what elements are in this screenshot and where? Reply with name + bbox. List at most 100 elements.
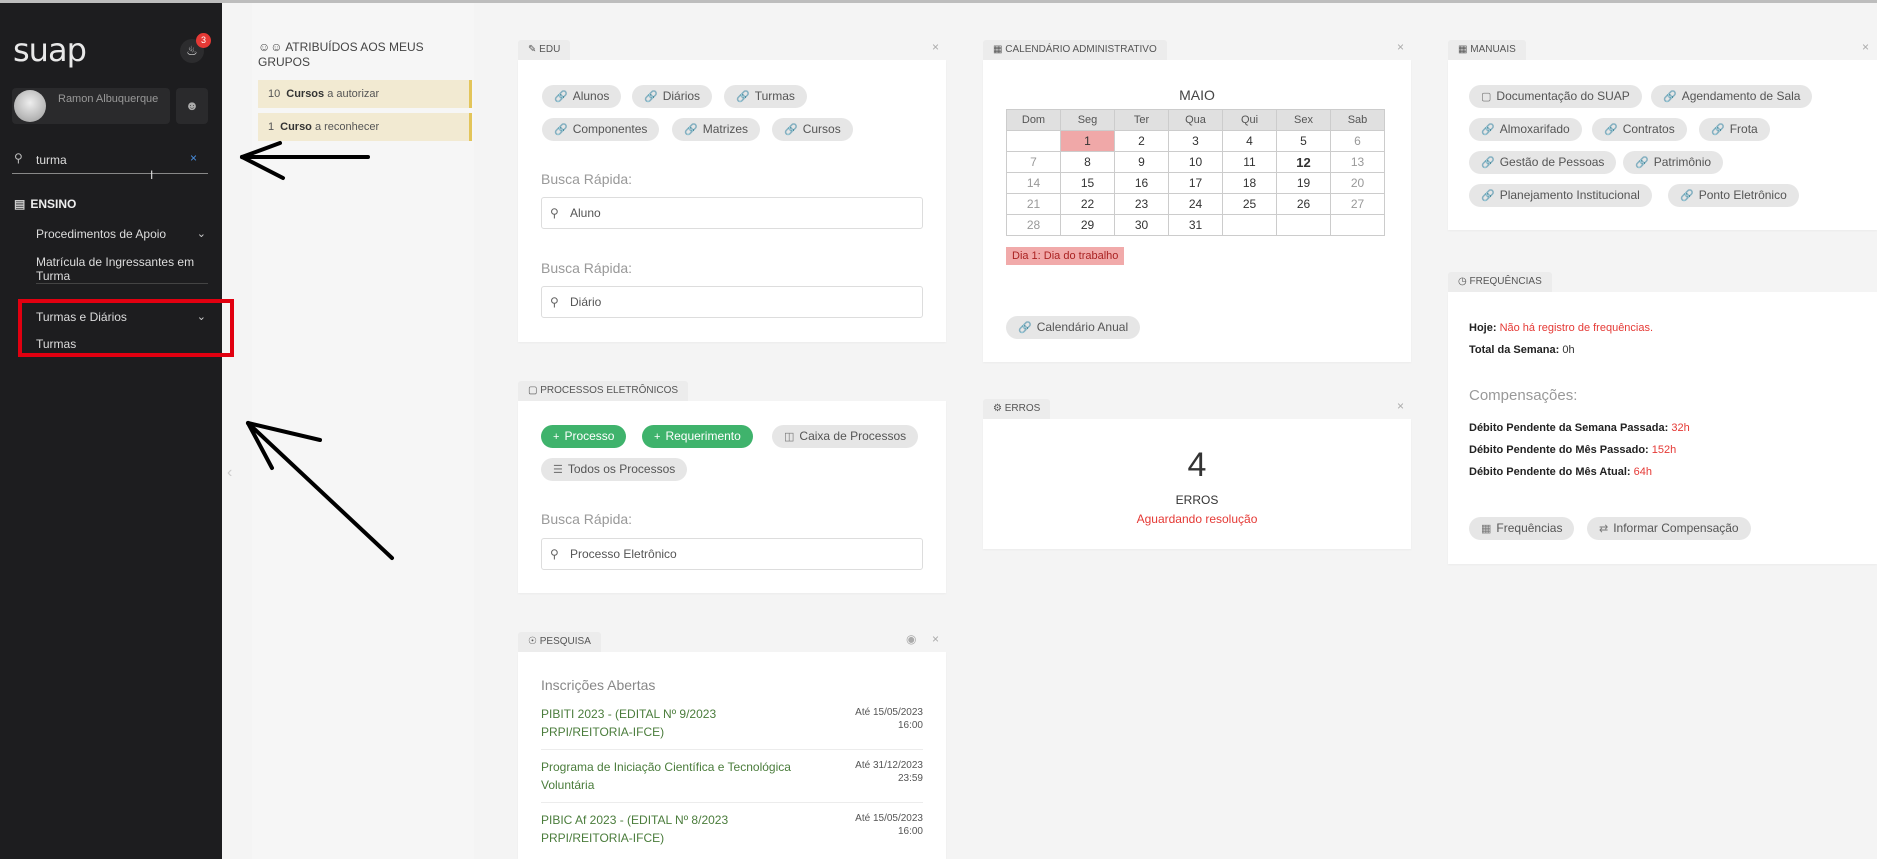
edu-link-turmas[interactable]: 🔗 Turmas (724, 85, 807, 108)
menu-procedimentos-apoio[interactable]: Procedimentos de Apoio ⌄ (36, 227, 206, 241)
calendar-day[interactable]: 6 (1330, 130, 1385, 152)
calendar-day[interactable]: 28 (1006, 214, 1061, 236)
calendar-day[interactable]: 31 (1168, 214, 1223, 236)
menu-search-input[interactable] (36, 153, 176, 167)
suap-logo[interactable]: suap (13, 31, 87, 69)
clear-icon[interactable]: × (190, 151, 197, 165)
manual-gestao-pessoas[interactable]: 🔗 Gestão de Pessoas (1469, 151, 1617, 174)
calendar-day[interactable]: 23 (1114, 193, 1169, 215)
close-icon[interactable]: × (1862, 40, 1869, 54)
calendar-day[interactable]: 9 (1114, 151, 1169, 173)
collapse-sidebar-icon[interactable]: ‹ (227, 464, 232, 482)
erros-card: 4 ERROS Aguardando resolução (983, 419, 1411, 549)
manual-almoxarifado[interactable]: 🔗 Almoxarifado (1469, 118, 1582, 141)
frequencias-card: Hoje: Não há registro de frequências. To… (1448, 292, 1877, 564)
link-icon: 🔗 (784, 124, 798, 136)
close-icon[interactable]: × (932, 40, 939, 54)
close-icon[interactable]: × (1397, 399, 1404, 413)
calendar-day[interactable]: 7 (1006, 151, 1061, 173)
calendar-day[interactable]: 5 (1276, 130, 1331, 152)
calendar-day[interactable]: 10 (1168, 151, 1223, 173)
weekday-header: Sex (1276, 109, 1331, 131)
calendario-anual-button[interactable]: 🔗 Calendário Anual (1006, 316, 1141, 339)
research-item[interactable]: PIBIC Af 2023 - (EDITAL Nº 8/2023 PRPI/R… (541, 811, 811, 847)
users-icon: ☺☺ (258, 40, 286, 54)
calendar-day[interactable]: 30 (1114, 214, 1169, 236)
calendar-day[interactable]: 24 (1168, 193, 1223, 215)
diario-search-field[interactable]: ⚲ Diário (541, 286, 923, 318)
aluno-search-field[interactable]: ⚲ Aluno (541, 197, 923, 229)
manual-patrimonio[interactable]: 🔗 Patrimônio (1623, 151, 1724, 174)
search-icon: ⚲ (550, 547, 559, 561)
frequencias-button[interactable]: ▦ Frequências (1469, 517, 1575, 540)
calendar-day[interactable]: 11 (1222, 151, 1277, 173)
eye-icon[interactable]: ◉ (906, 632, 916, 646)
pill-label: Componentes (572, 122, 648, 136)
menu-matricula-ingressantes[interactable]: Matrícula de Ingressantes em Turma (36, 255, 206, 283)
pill-label: Documentação do SUAP (1496, 89, 1630, 103)
caixa-processos-button[interactable]: ◫ Caixa de Processos (772, 425, 919, 448)
research-date: Até 15/05/2023 16:00 (855, 707, 923, 731)
calendar-day[interactable]: 1 (1060, 130, 1115, 152)
edu-link-cursos[interactable]: 🔗 Cursos (772, 118, 853, 141)
calendar-day[interactable]: 20 (1330, 172, 1385, 194)
pill-label: Ponto Eletrônico (1698, 188, 1787, 202)
research-item[interactable]: Programa de Iniciação Científica e Tecno… (541, 758, 811, 794)
menu-procedimentos-label: Procedimentos de Apoio (36, 227, 167, 241)
calendar-day[interactable]: 29 (1060, 214, 1115, 236)
todos-processos-button[interactable]: ☰ Todos os Processos (541, 458, 688, 481)
edu-link-componentes[interactable]: 🔗 Componentes (542, 118, 660, 141)
calendar-day[interactable]: 8 (1060, 151, 1115, 173)
inbox-icon: ◫ (784, 431, 795, 443)
new-processo-button[interactable]: + Processo (541, 425, 627, 448)
group-item-bold: Curso (280, 121, 312, 133)
link-icon: 🔗 (554, 124, 568, 136)
edu-link-diarios[interactable]: 🔗 Diários (632, 85, 713, 108)
calendar-day[interactable]: 17 (1168, 172, 1223, 194)
manuais-tab-label: MANUAIS (1470, 44, 1516, 55)
calendar-day[interactable]: 27 (1330, 193, 1385, 215)
calendar-day[interactable]: 22 (1060, 193, 1115, 215)
manual-ponto-eletronico[interactable]: 🔗 Ponto Eletrônico (1668, 184, 1799, 207)
menu-ensino[interactable]: ▤ ENSINO (14, 197, 76, 211)
user-card[interactable]: Ramon Albuquerque (12, 88, 170, 124)
calendar-day[interactable]: 14 (1006, 172, 1061, 194)
research-item[interactable]: PIBITI 2023 - (EDITAL Nº 9/2023 PRPI/REI… (541, 705, 811, 741)
group-item-text: a autorizar (327, 88, 380, 100)
new-requerimento-button[interactable]: + Requerimento (642, 425, 753, 448)
edu-link-alunos[interactable]: 🔗 Alunos (542, 85, 622, 108)
group-item[interactable]: 10 Cursos a autorizar (258, 80, 472, 108)
calendar-day[interactable]: 26 (1276, 193, 1331, 215)
manual-frota[interactable]: 🔗 Frota (1699, 118, 1770, 141)
calendar-day[interactable]: 13 (1330, 151, 1385, 173)
informar-compensacao-button[interactable]: ⇄ Informar Compensação (1587, 517, 1751, 540)
calendar-day[interactable]: 16 (1114, 172, 1169, 194)
calendar-day[interactable]: 15 (1060, 172, 1115, 194)
calendar-day[interactable]: 12 (1276, 151, 1331, 173)
close-icon[interactable]: × (1397, 40, 1404, 54)
calendar-day[interactable]: 25 (1222, 193, 1277, 215)
bug-icon: ⚙ (993, 403, 1005, 414)
user-profile-button[interactable]: ☻ (176, 88, 208, 124)
manual-documentacao[interactable]: ▢ Documentação do SUAP (1469, 85, 1642, 108)
processos-card-tab: ▢ PROCESSOS ELETRÔNICOS (518, 381, 689, 401)
manual-planejamento[interactable]: 🔗 Planejamento Institucional (1469, 184, 1652, 207)
group-item[interactable]: 1 Curso a reconhecer (258, 113, 472, 141)
manual-agendamento[interactable]: 🔗 Agendamento de Sala (1651, 85, 1813, 108)
edu-link-matrizes[interactable]: 🔗 Matrizes (672, 118, 761, 141)
search-icon: ⚲ (14, 151, 23, 165)
user-icon: ☻ (185, 98, 199, 113)
aluno-search-placeholder: Aluno (570, 206, 601, 220)
calendar-day[interactable]: 4 (1222, 130, 1277, 152)
notification-badge: 3 (196, 33, 211, 48)
close-icon[interactable]: × (932, 632, 939, 646)
calendar-day[interactable]: 19 (1276, 172, 1331, 194)
calendar-day[interactable]: 3 (1168, 130, 1223, 152)
calendar-day[interactable]: 21 (1006, 193, 1061, 215)
pill-label: Calendário Anual (1036, 320, 1129, 334)
search-icon: ⚲ (550, 295, 559, 309)
manual-contratos[interactable]: 🔗 Contratos (1592, 118, 1687, 141)
calendar-day[interactable]: 18 (1222, 172, 1277, 194)
calendar-day[interactable]: 2 (1114, 130, 1169, 152)
processo-search-field[interactable]: ⚲ Processo Eletrônico (541, 538, 923, 570)
